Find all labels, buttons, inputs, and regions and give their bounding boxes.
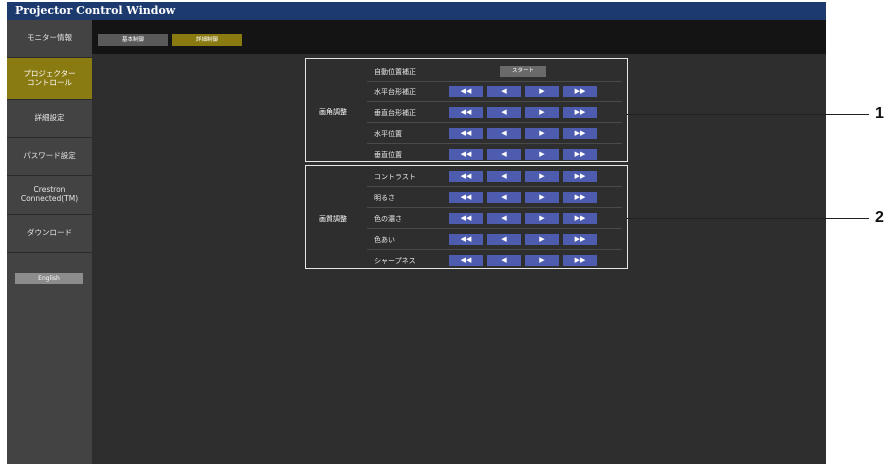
tint-left-button[interactable]: ◀ [487,234,521,245]
image-group-label: 画質調整 [319,215,347,223]
h-keystone-fast-left-button[interactable]: ◀◀ [449,86,483,97]
contrast-fast-left-button[interactable]: ◀◀ [449,171,483,182]
english-button[interactable]: English [15,273,83,284]
projector-control-window: Projector Control Window モニター情報 プロジェクター … [7,2,826,464]
row-label-h-position: 水平位置 [374,130,402,138]
row-label-tint: 色あい [374,236,395,244]
row-divider [367,122,622,123]
sidebar-item-detailed-settings[interactable]: 詳細設定 [7,100,92,137]
h-position-fast-left-button[interactable]: ◀◀ [449,128,483,139]
v-position-left-button[interactable]: ◀ [487,149,521,160]
contrast-right-button[interactable]: ▶ [525,171,559,182]
row-divider [367,249,622,250]
row-divider [367,186,622,187]
sidebar-divider [7,252,92,253]
row-label-h-keystone: 水平台形補正 [374,88,416,96]
main-panel: 画角調整 自動位置補正 スタート 水平台形補正 ◀◀ ◀ ▶ ▶▶ 垂直台形補正… [92,54,826,464]
v-keystone-fast-right-button[interactable]: ▶▶ [563,107,597,118]
row-divider [367,81,622,82]
sharpness-fast-right-button[interactable]: ▶▶ [563,255,597,266]
row-label-sharpness: シャープネス [374,257,416,265]
sidebar: モニター情報 プロジェクター コントロール 詳細設定 パスワード設定 Crest… [7,20,92,464]
row-label-color: 色の濃さ [374,215,402,223]
brightness-fast-left-button[interactable]: ◀◀ [449,192,483,203]
callout-1-leader [626,114,869,115]
h-keystone-fast-right-button[interactable]: ▶▶ [563,86,597,97]
row-divider [367,101,622,102]
v-position-right-button[interactable]: ▶ [525,149,559,160]
callout-2-leader [626,218,869,219]
geometry-group-label: 画角調整 [319,108,347,116]
brightness-right-button[interactable]: ▶ [525,192,559,203]
row-divider [367,207,622,208]
sidebar-item-monitor-info[interactable]: モニター情報 [7,20,92,57]
window-title: Projector Control Window [7,2,826,20]
contrast-left-button[interactable]: ◀ [487,171,521,182]
v-keystone-fast-left-button[interactable]: ◀◀ [449,107,483,118]
callout-1: 1 [875,105,884,122]
sidebar-item-crestron[interactable]: Crestron Connected(TM) [7,176,92,214]
tint-fast-left-button[interactable]: ◀◀ [449,234,483,245]
contrast-fast-right-button[interactable]: ▶▶ [563,171,597,182]
row-divider [367,228,622,229]
auto-position-start-button[interactable]: スタート [500,66,546,77]
sharpness-fast-left-button[interactable]: ◀◀ [449,255,483,266]
v-keystone-left-button[interactable]: ◀ [487,107,521,118]
sharpness-left-button[interactable]: ◀ [487,255,521,266]
row-label-v-position: 垂直位置 [374,151,402,159]
h-keystone-right-button[interactable]: ▶ [525,86,559,97]
sidebar-item-projector-control[interactable]: プロジェクター コントロール [7,58,92,99]
tab-detailed-control[interactable]: 詳細制御 [172,34,242,46]
tint-right-button[interactable]: ▶ [525,234,559,245]
color-fast-left-button[interactable]: ◀◀ [449,213,483,224]
h-position-left-button[interactable]: ◀ [487,128,521,139]
callout-2: 2 [875,209,884,226]
color-fast-right-button[interactable]: ▶▶ [563,213,597,224]
h-position-right-button[interactable]: ▶ [525,128,559,139]
tint-fast-right-button[interactable]: ▶▶ [563,234,597,245]
brightness-left-button[interactable]: ◀ [487,192,521,203]
sharpness-right-button[interactable]: ▶ [525,255,559,266]
row-label-brightness: 明るさ [374,194,395,202]
sidebar-item-password-settings[interactable]: パスワード設定 [7,138,92,175]
color-left-button[interactable]: ◀ [487,213,521,224]
tab-bar: 基本制御 詳細制御 [92,20,826,54]
row-label-v-keystone: 垂直台形補正 [374,109,416,117]
row-divider [367,143,622,144]
v-position-fast-right-button[interactable]: ▶▶ [563,149,597,160]
sidebar-item-download[interactable]: ダウンロード [7,215,92,252]
v-keystone-right-button[interactable]: ▶ [525,107,559,118]
v-position-fast-left-button[interactable]: ◀◀ [449,149,483,160]
color-right-button[interactable]: ▶ [525,213,559,224]
tab-basic-control[interactable]: 基本制御 [98,34,168,46]
h-position-fast-right-button[interactable]: ▶▶ [563,128,597,139]
h-keystone-left-button[interactable]: ◀ [487,86,521,97]
row-label-contrast: コントラスト [374,173,416,181]
row-label-auto-position: 自動位置補正 [374,68,416,76]
brightness-fast-right-button[interactable]: ▶▶ [563,192,597,203]
